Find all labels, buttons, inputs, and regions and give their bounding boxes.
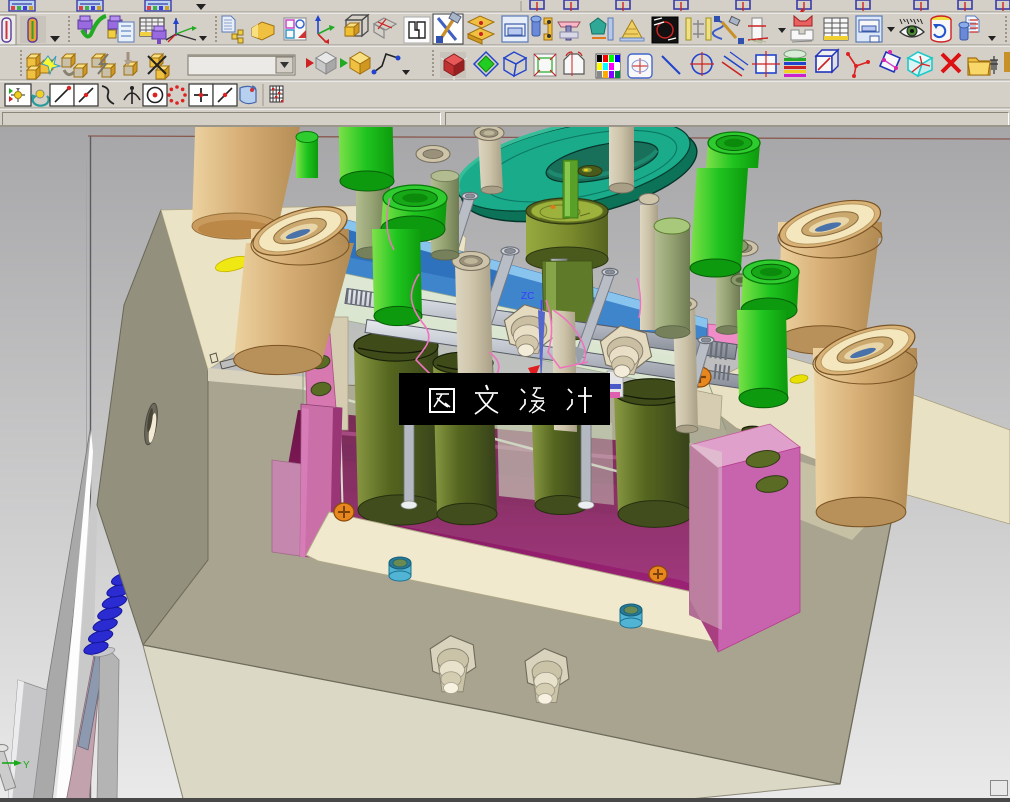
svg-text:ZC: ZC: [521, 291, 534, 302]
svg-text:Y: Y: [23, 760, 30, 771]
